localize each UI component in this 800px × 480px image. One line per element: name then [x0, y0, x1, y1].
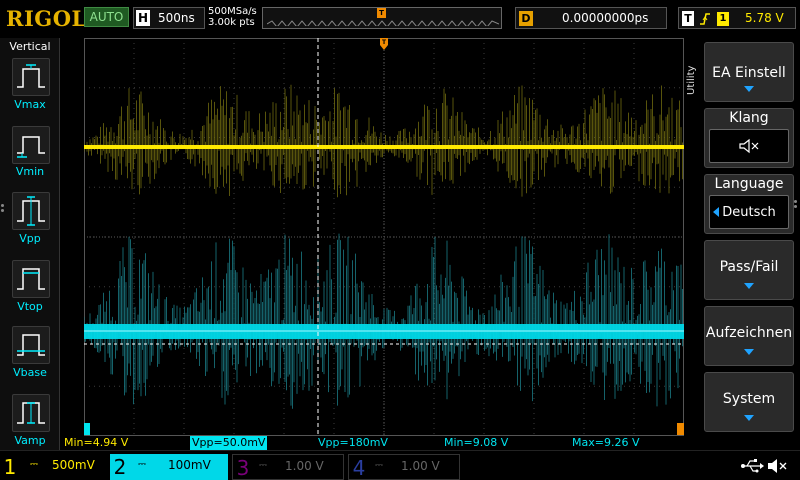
channel-1-scale: 500mV [52, 458, 95, 472]
channel-2-scale: 100mV [168, 458, 211, 472]
ch1-min-readout: Min=4.94 V [64, 436, 129, 449]
vmin-icon [17, 136, 45, 158]
channel-3-number: 3 [236, 456, 250, 480]
vpp-button[interactable] [12, 192, 50, 230]
io-settings-label: EA Einstell [712, 65, 786, 81]
sound-toggle[interactable] [709, 129, 789, 163]
usb-icon [741, 459, 764, 473]
speaker-mute-icon [739, 138, 759, 154]
panel-title: Vertical [9, 40, 51, 53]
ch2-ground-marker [84, 423, 90, 435]
horizontal-position-bar[interactable]: T [262, 7, 502, 29]
dc-coupling-icon: ⎓ [375, 460, 383, 471]
trigger-level: 5.78 V [745, 11, 784, 25]
timebase-letter: H [136, 10, 150, 26]
channel-bar: 1 ⎓ 500mV 2 ⎓ 100mV 3 ⎓ 1.00 V 4 ⎓ 1.00 … [0, 450, 800, 480]
dc-coupling-icon: ⎓ [30, 459, 38, 470]
vtop-icon [17, 268, 45, 290]
trigger-level-marker [677, 423, 684, 435]
channel-2-number: 2 [113, 455, 127, 479]
timebase-value: 500ns [158, 11, 195, 25]
sound-button[interactable]: Klang [704, 108, 794, 168]
ch2-max-readout: Max=9.26 V [572, 436, 640, 449]
vamp-button[interactable] [12, 394, 50, 432]
menu-title: Utility [686, 65, 697, 95]
menu-page-dots [794, 200, 798, 214]
vtop-label: Vtop [17, 300, 43, 313]
system-label: System [722, 391, 776, 407]
brand-logo: RIGOL [6, 6, 87, 31]
ch2-vpp-readout: Vpp=180mV [318, 436, 388, 449]
vmax-button[interactable] [12, 58, 50, 96]
record-button[interactable]: Aufzeichnen [704, 306, 794, 366]
sample-rate: 500MSa/s [208, 6, 257, 17]
acquisition-info: 500MSa/s 3.00k pts [208, 6, 257, 28]
channel-3-scale: 1.00 V [285, 459, 324, 473]
vbase-icon [17, 334, 45, 356]
sound-label: Klang [729, 110, 769, 126]
vbase-label: Vbase [13, 366, 47, 379]
channel-3-tab[interactable]: 3 ⎓ 1.00 V [232, 454, 344, 480]
channel-4-number: 4 [352, 456, 366, 480]
channel-1-number: 1 [3, 455, 17, 479]
language-selector[interactable]: Deutsch [709, 195, 789, 229]
ch2-min-readout: Min=9.08 V [444, 436, 509, 449]
auto-button[interactable]: AUTO [84, 7, 129, 27]
vpp-icon [17, 196, 45, 226]
delay-box[interactable]: D 0.00000000ps [515, 7, 667, 29]
timebase-box[interactable]: H 500ns [133, 7, 205, 29]
speaker-mute-icon[interactable] [766, 457, 788, 475]
trigger-letter: T [682, 11, 694, 26]
chevron-down-icon [744, 283, 754, 289]
dc-coupling-icon: ⎓ [138, 459, 146, 470]
vtop-button[interactable] [12, 260, 50, 298]
memory-waveform-preview [267, 20, 499, 26]
chevron-left-icon [713, 207, 719, 217]
channel-4-scale: 1.00 V [401, 459, 440, 473]
language-value: Deutsch [722, 205, 776, 220]
delay-value: 0.00000000ps [562, 11, 649, 25]
top-status-bar: RIGOL AUTO H 500ns 500MSa/s 3.00k pts T … [0, 0, 800, 38]
io-settings-button[interactable]: EA Einstell [704, 42, 794, 102]
channel-4-tab[interactable]: 4 ⎓ 1.00 V [348, 454, 460, 480]
system-button[interactable]: System [704, 372, 794, 432]
language-label: Language [714, 176, 784, 192]
chevron-down-icon [744, 349, 754, 355]
dc-coupling-icon: ⎓ [259, 460, 267, 471]
vamp-icon [17, 402, 45, 424]
rising-edge-icon [700, 13, 710, 25]
vbase-button[interactable] [12, 326, 50, 364]
chevron-down-icon [744, 86, 754, 92]
waveform-display[interactable]: T [84, 38, 684, 436]
chevron-down-icon [744, 415, 754, 421]
vmax-icon [17, 64, 45, 88]
trigger-source-badge: 1 [717, 12, 729, 26]
trigger-position-marker: T [377, 8, 386, 18]
record-label: Aufzeichnen [705, 325, 793, 341]
pass-fail-button[interactable]: Pass/Fail [704, 240, 794, 300]
measurement-bar: Min=4.94 V Vpp=50.0mV Vpp=180mV Min=9.08… [60, 436, 686, 450]
channel-2-tab[interactable]: 2 ⎓ 100mV [110, 454, 228, 480]
language-button[interactable]: Language Deutsch [704, 174, 794, 234]
ch1-vpp-readout[interactable]: Vpp=50.0mV [190, 436, 268, 450]
pass-fail-label: Pass/Fail [719, 259, 779, 275]
ch1-waveform-trace [84, 145, 684, 149]
vamp-label: Vamp [14, 434, 46, 447]
vmin-label: Vmin [15, 165, 45, 178]
vertical-measure-panel: Vertical Vmax Vmin Vpp Vtop Vbase Vamp [0, 38, 60, 450]
channel-1-tab[interactable]: 1 ⎓ 500mV [0, 454, 108, 480]
memory-depth: 3.00k pts [208, 17, 255, 28]
vmin-button[interactable] [12, 126, 50, 164]
vpp-label: Vpp [19, 232, 41, 245]
panel-page-dots [1, 204, 5, 218]
trigger-box[interactable]: T 1 5.78 V [678, 7, 796, 29]
delay-letter: D [519, 11, 533, 26]
vmax-label: Vmax [14, 98, 46, 111]
